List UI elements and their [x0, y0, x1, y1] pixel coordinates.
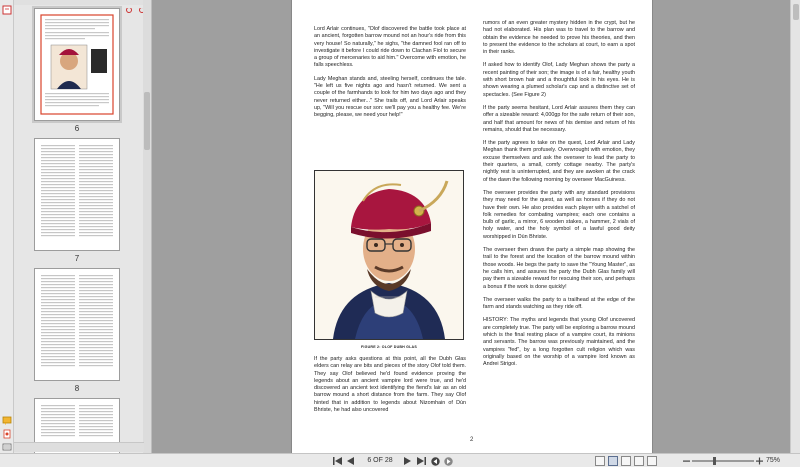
paragraph: rumors of an even greater mystery hidden… [483, 20, 635, 56]
thumbnail-scrollbar[interactable] [143, 0, 151, 453]
last-page-button[interactable] [417, 457, 426, 465]
portrait-figure [314, 170, 464, 340]
next-page-icon [404, 457, 411, 465]
pages-panel-icon[interactable] [2, 2, 12, 15]
zoom-out-button[interactable] [683, 457, 690, 465]
pdf-viewer-window: 6 7 8 Lord Arlair continues, "Olof disco… [0, 0, 800, 467]
thumbnail-horizontal-scrollbar[interactable] [14, 442, 144, 452]
page-indicator[interactable]: 6 OF 28 [365, 456, 395, 466]
left-column-bottom: If the party asks questions at this poin… [314, 356, 466, 414]
previous-page-button[interactable] [347, 457, 354, 465]
next-page-button[interactable] [404, 457, 411, 465]
thumbnail-scroll-thumb[interactable] [144, 92, 150, 150]
thumbnail-toolbar [14, 0, 151, 13]
first-page-button[interactable] [333, 457, 342, 465]
thumbnail-label: 8 [74, 384, 80, 393]
page-thumbnail-6[interactable] [32, 6, 122, 123]
status-bar: 6 OF 28 75% [0, 453, 800, 467]
thumbnail-7-preview [41, 145, 113, 237]
left-tool-rail [0, 0, 14, 453]
document-page: Lord Arlair continues, "Olof discovered … [291, 0, 653, 453]
document-vertical-scrollbar[interactable] [790, 0, 800, 453]
thumbnail-6-preview [40, 14, 114, 115]
comment-icon[interactable] [2, 413, 12, 425]
document-area[interactable]: Lord Arlair continues, "Olof discovered … [152, 0, 790, 453]
go-forward-icon [444, 456, 453, 466]
page-number: 2 [470, 437, 474, 443]
go-forward-button[interactable] [444, 456, 453, 466]
zoom-in-button[interactable] [756, 457, 763, 465]
continuous-view-button[interactable] [608, 456, 618, 466]
paragraph: Lady Meghan stands and, steeling herself… [314, 75, 466, 119]
thumbnail-label: 7 [74, 254, 80, 263]
paragraph: The overseer then draws the party a simp… [483, 247, 635, 290]
single-page-view-button[interactable] [595, 456, 605, 466]
zoom-level[interactable]: 75% [766, 456, 780, 466]
paragraph: If the party seems hesitant, Lord Arlair… [483, 104, 635, 133]
thumbnail-label: 6 [74, 124, 80, 133]
figure-caption: FIGURE 2: OLOF DUBH GLAS [361, 345, 417, 349]
zoom-slider-track[interactable] [692, 460, 754, 462]
left-column-top: Lord Arlair continues, "Olof discovered … [314, 26, 466, 126]
document-scroll-thumb[interactable] [793, 4, 799, 20]
go-back-icon [431, 456, 440, 466]
paragraph: If the party asks questions at this poin… [314, 356, 466, 414]
first-page-icon [333, 457, 342, 465]
last-page-icon [417, 457, 426, 465]
portrait-illustration [315, 171, 463, 339]
right-column: rumors of an even greater mystery hidden… [483, 20, 635, 374]
thumbnail-9-preview [41, 405, 113, 437]
paragraph: If the party agrees to take on the quest… [483, 140, 635, 183]
paragraph: The overseer walks the party to a trailh… [483, 296, 635, 311]
page-thumbnail-7[interactable] [34, 138, 120, 251]
paragraph: If asked how to identify Olof, Lady Megh… [483, 62, 635, 98]
thumbnail-panel: 6 7 8 [14, 0, 152, 453]
go-back-button[interactable] [431, 456, 440, 466]
zoom-in-icon [756, 457, 763, 465]
paragraph: HISTORY: The myths and legends that youn… [483, 317, 635, 368]
zoom-slider-handle[interactable] [713, 457, 716, 465]
page-thumbnail-8[interactable] [34, 268, 120, 381]
attachment-icon[interactable] [2, 426, 12, 439]
paragraph: Lord Arlair continues, "Olof discovered … [314, 26, 466, 69]
layers-icon[interactable] [2, 439, 12, 451]
previous-page-icon [347, 457, 354, 465]
continuous-facing-view-button[interactable] [634, 456, 644, 466]
facing-view-button[interactable] [621, 456, 631, 466]
zoom-out-icon [683, 460, 690, 462]
thumbnail-8-preview [41, 275, 113, 367]
cover-page-view-button[interactable] [647, 456, 657, 466]
paragraph: The overseer provides the party with any… [483, 189, 635, 240]
